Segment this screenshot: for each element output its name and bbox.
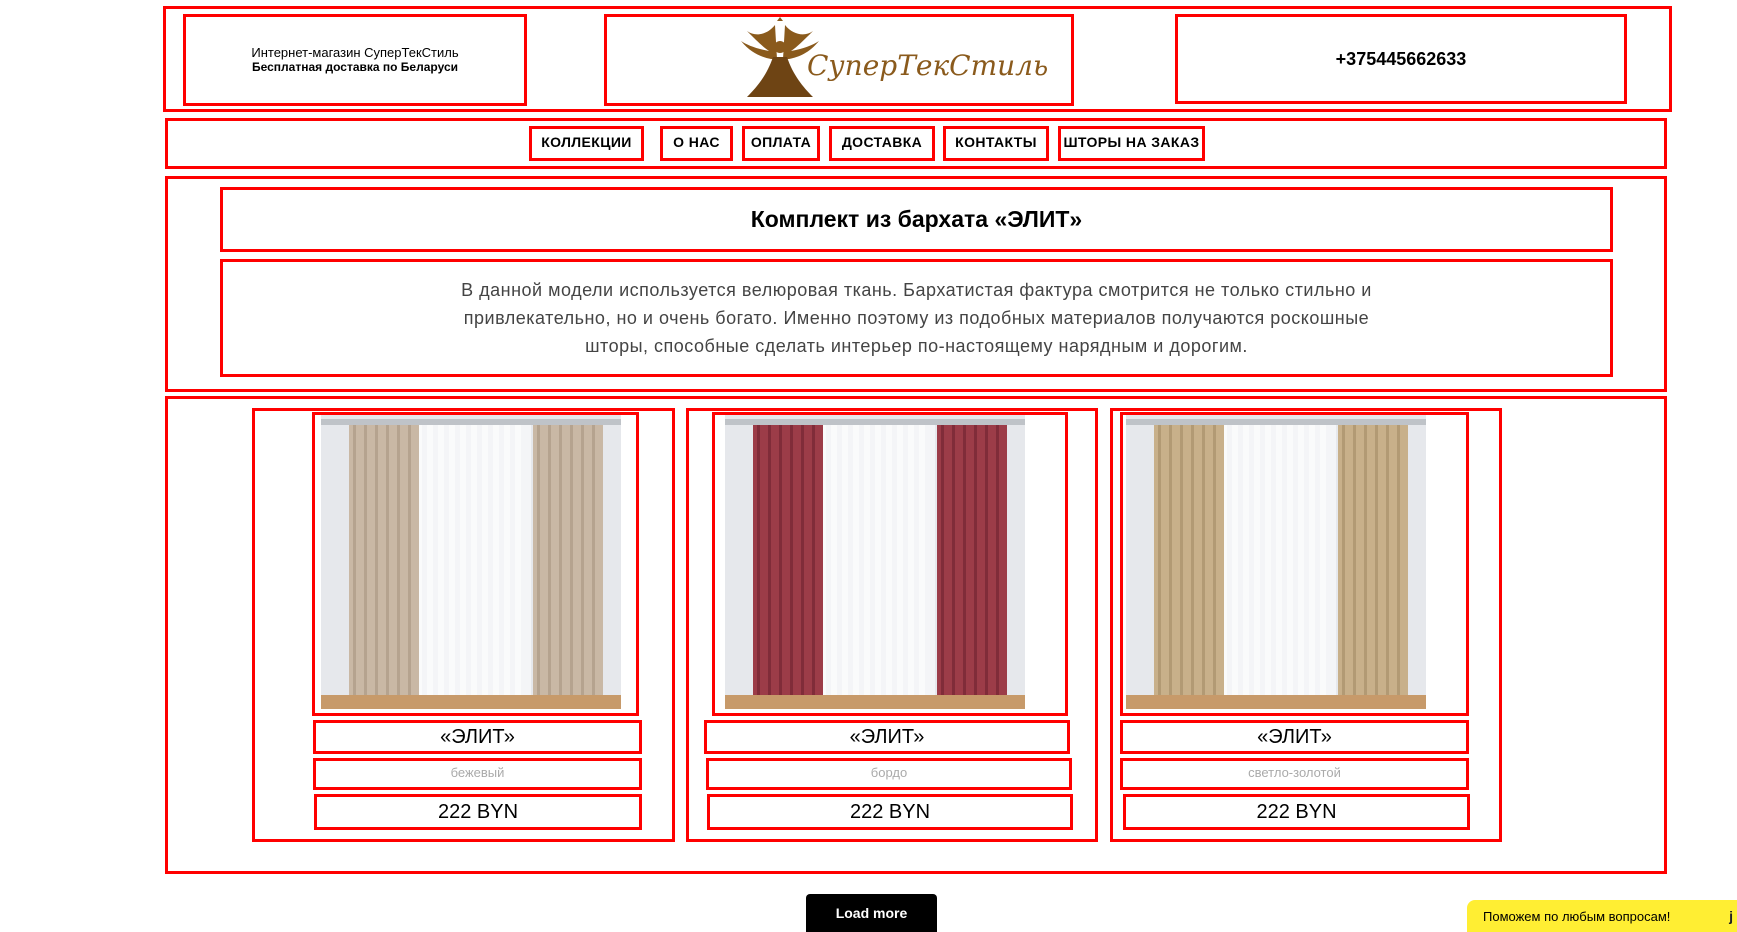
jivo-chat-icon: j bbox=[1729, 908, 1733, 924]
nav-item-collections[interactable]: КОЛЛЕКЦИИ bbox=[529, 126, 644, 161]
product-color: бордо bbox=[706, 758, 1072, 790]
page-title: Комплект из бархата «ЭЛИТ» bbox=[220, 187, 1613, 252]
curtain-image bbox=[1126, 415, 1426, 709]
site-logo[interactable]: СуперТекСтиль bbox=[604, 14, 1074, 106]
product-image[interactable] bbox=[1120, 412, 1469, 716]
shop-name-text: Интернет-магазин СуперТекСтиль bbox=[251, 45, 459, 60]
nav-item-payment[interactable]: ОПЛАТА bbox=[742, 126, 820, 161]
curtain-image bbox=[725, 415, 1025, 709]
logo-phoenix-icon: СуперТекСтиль bbox=[741, 17, 1048, 97]
chat-widget[interactable]: Поможем по любым вопросам! j bbox=[1467, 900, 1737, 932]
description-block: В данной модели используется велюровая т… bbox=[220, 259, 1613, 377]
product-name[interactable]: «ЭЛИТ» bbox=[313, 720, 642, 754]
nav-item-custom-curtains[interactable]: ШТОРЫ НА ЗАКАЗ bbox=[1058, 126, 1205, 161]
load-more-button[interactable]: Load more bbox=[806, 894, 937, 932]
header-info: Интернет-магазин СуперТекСтиль Бесплатна… bbox=[183, 14, 527, 106]
product-image[interactable] bbox=[312, 412, 639, 716]
delivery-text: Бесплатная доставка по Беларуси bbox=[251, 60, 458, 74]
product-color: светло-золотой bbox=[1120, 758, 1469, 790]
chat-label: Поможем по любым вопросам! bbox=[1483, 908, 1671, 924]
nav-item-delivery[interactable]: ДОСТАВКА bbox=[829, 126, 935, 161]
product-name[interactable]: «ЭЛИТ» bbox=[704, 720, 1070, 754]
product-price: 222 BYN bbox=[707, 794, 1073, 830]
nav-item-about[interactable]: О НАС bbox=[660, 126, 733, 161]
product-color: бежевый bbox=[313, 758, 642, 790]
product-name[interactable]: «ЭЛИТ» bbox=[1120, 720, 1469, 754]
nav-item-contacts[interactable]: КОНТАКТЫ bbox=[943, 126, 1049, 161]
logo-text: СуперТекСтиль bbox=[807, 49, 1048, 82]
product-price: 222 BYN bbox=[1123, 794, 1470, 830]
curtain-image bbox=[321, 415, 621, 709]
description-text: В данной модели используется велюровая т… bbox=[461, 280, 1372, 356]
product-image[interactable] bbox=[712, 412, 1068, 716]
product-price: 222 BYN bbox=[314, 794, 642, 830]
phone-number[interactable]: +375445662633 bbox=[1175, 14, 1627, 104]
